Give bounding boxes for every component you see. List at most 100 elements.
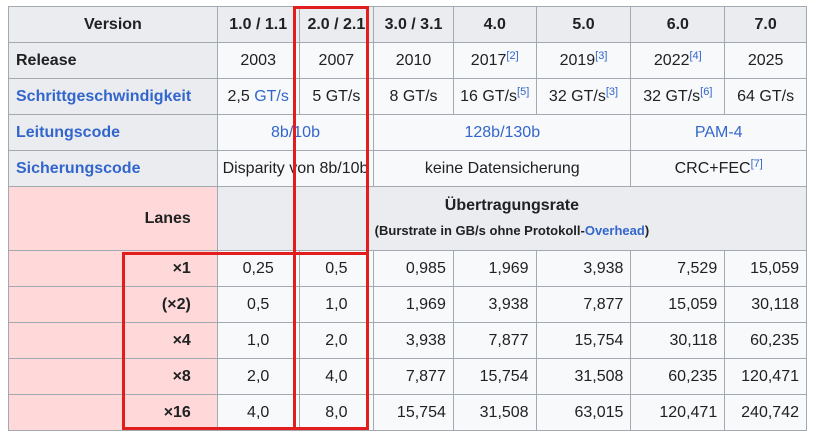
- rate-cell: 15,754: [373, 394, 454, 431]
- version-col-6: 6.0: [630, 6, 726, 43]
- gt-per-s-link[interactable]: GT/s: [254, 88, 289, 105]
- pcie-versions-table: Version 1.0 / 1.1 2.0 / 2.1 3.0 / 3.1 4.…: [8, 6, 808, 431]
- rate-cell: 60,235: [724, 322, 807, 359]
- release-year: 2019: [559, 51, 596, 69]
- crc-fec-text: CRC+FEC: [674, 159, 751, 177]
- protection-label[interactable]: Sicherungscode: [8, 150, 218, 187]
- speed-value: 2,5: [227, 87, 255, 105]
- rate-cell: 15,754: [452, 358, 537, 395]
- speed-value: 8 GT/s: [389, 87, 438, 105]
- overhead-link[interactable]: Overhead: [585, 223, 645, 238]
- lane-row: ×4 1,0 2,0 3,938 7,877 15,754 30,118 60,…: [8, 322, 807, 359]
- lane-label: (×2): [8, 286, 218, 323]
- release-year: 2025: [747, 51, 784, 69]
- speed-label-link[interactable]: Schrittgeschwindigkeit: [16, 88, 191, 105]
- protection-cell: keine Datensicherung: [373, 150, 632, 187]
- line-code-cell[interactable]: PAM-4: [630, 114, 807, 151]
- rate-cell: 60,235: [630, 358, 726, 395]
- rate-cell: 31,508: [535, 358, 632, 395]
- rate-cell: 7,877: [373, 358, 454, 395]
- rate-cell: 120,471: [630, 394, 726, 431]
- 8b10b-link[interactable]: 8b/10b: [271, 124, 320, 141]
- lane-label: ×16: [8, 394, 218, 431]
- reference-link[interactable]: [7]: [751, 158, 763, 170]
- speed-cell: 16 GT/s[5]: [452, 78, 537, 115]
- lanes-header: Lanes: [8, 186, 218, 251]
- rate-cell: 31,508: [452, 394, 537, 431]
- version-col-2: 2.0 / 2.1: [298, 6, 375, 43]
- lane-row: ×1 0,25 0,5 0,985 1,969 3,938 7,529 15,0…: [8, 250, 807, 287]
- release-cell: 2017[2]: [452, 42, 537, 79]
- version-col-4: 4.0: [452, 6, 537, 43]
- speed-cell: 5 GT/s: [298, 78, 375, 115]
- rate-cell: 30,118: [724, 286, 807, 323]
- release-year: 2003: [240, 51, 276, 69]
- rate-cell: 3,938: [373, 322, 454, 359]
- 128b130b-link[interactable]: 128b/130b: [464, 124, 540, 141]
- line-code-row: Leitungscode 8b/10b 128b/130b PAM-4: [8, 114, 807, 151]
- lanes-header-row: Lanes Übertragungsrate (Burstrate in GB/…: [8, 186, 808, 251]
- speed-cell: 8 GT/s: [373, 78, 454, 115]
- version-col-3: 3.0 / 3.1: [373, 6, 454, 43]
- protection-label-link[interactable]: Sicherungscode: [16, 160, 140, 177]
- rate-cell: 30,118: [630, 322, 726, 359]
- lane-row: (×2) 0,5 1,0 1,969 3,938 7,877 15,059 30…: [8, 286, 807, 323]
- version-col-1: 1.0 / 1.1: [216, 6, 300, 43]
- transfer-rate-header: Übertragungsrate (Burstrate in GB/s ohne…: [216, 186, 808, 251]
- rate-cell: 0,25: [216, 250, 300, 287]
- release-year: 2010: [395, 51, 432, 69]
- line-code-cell[interactable]: 128b/130b: [373, 114, 632, 151]
- release-cell: 2003: [216, 42, 300, 79]
- rate-cell: 1,969: [373, 286, 454, 323]
- release-cell: 2007: [298, 42, 375, 79]
- protection-cell: Disparity von 8b/10b: [216, 150, 375, 187]
- version-col-5: 5.0: [535, 6, 632, 43]
- line-code-cell[interactable]: 8b/10b: [216, 114, 375, 151]
- speed-row: Schrittgeschwindigkeit 2,5 GT/s 5 GT/s 8…: [8, 78, 807, 115]
- rate-cell: 7,877: [452, 322, 537, 359]
- rate-cell: 15,059: [630, 286, 726, 323]
- transfer-rate-title: Übertragungsrate: [444, 197, 580, 214]
- rate-cell: 4,0: [216, 394, 300, 431]
- lane-row: ×8 2,0 4,0 7,877 15,754 31,508 60,235 12…: [8, 358, 807, 395]
- release-row: Release 2003 2007 2010 2017[2] 2019[3] 2…: [8, 42, 807, 79]
- lane-label: ×1: [8, 250, 218, 287]
- reference-link[interactable]: [3]: [595, 50, 607, 62]
- rate-cell: 1,0: [216, 322, 300, 359]
- rate-cell: 240,742: [724, 394, 807, 431]
- rate-cell: 8,0: [298, 394, 375, 431]
- speed-value: 32 GT/s: [643, 87, 701, 105]
- rate-cell: 0,5: [216, 286, 300, 323]
- rate-cell: 2,0: [216, 358, 300, 395]
- rate-cell: 7,877: [535, 286, 632, 323]
- rate-cell: 120,471: [724, 358, 807, 395]
- protection-row: Sicherungscode Disparity von 8b/10b kein…: [8, 150, 807, 187]
- line-code-label[interactable]: Leitungscode: [8, 114, 218, 151]
- lane-row: ×16 4,0 8,0 15,754 31,508 63,015 120,471…: [8, 394, 807, 431]
- line-code-label-link[interactable]: Leitungscode: [16, 124, 120, 141]
- lane-label: ×8: [8, 358, 218, 395]
- release-year: 2022: [653, 51, 690, 69]
- rate-cell: 63,015: [535, 394, 632, 431]
- subtitle-text: ): [644, 223, 650, 238]
- reference-link[interactable]: [2]: [506, 50, 518, 62]
- release-cell: 2025: [724, 42, 807, 79]
- rate-cell: 3,938: [452, 286, 537, 323]
- speed-cell: 32 GT/s[3]: [535, 78, 632, 115]
- pam4-link[interactable]: PAM-4: [695, 124, 743, 141]
- speed-value: 64 GT/s: [737, 87, 795, 105]
- speed-value: 16 GT/s: [460, 87, 518, 105]
- speed-value: 5 GT/s: [312, 87, 361, 105]
- reference-link[interactable]: [5]: [517, 86, 529, 98]
- release-cell: 2010: [373, 42, 454, 79]
- speed-label[interactable]: Schrittgeschwindigkeit: [8, 78, 218, 115]
- release-cell: 2019[3]: [535, 42, 632, 79]
- rate-cell: 0,5: [298, 250, 375, 287]
- speed-cell: 32 GT/s[6]: [630, 78, 726, 115]
- protection-cell: CRC+FEC[7]: [630, 150, 807, 187]
- rate-cell: 0,985: [373, 250, 454, 287]
- version-col-7: 7.0: [724, 6, 807, 43]
- reference-link[interactable]: [3]: [606, 86, 618, 98]
- reference-link[interactable]: [6]: [700, 86, 712, 98]
- reference-link[interactable]: [4]: [689, 50, 701, 62]
